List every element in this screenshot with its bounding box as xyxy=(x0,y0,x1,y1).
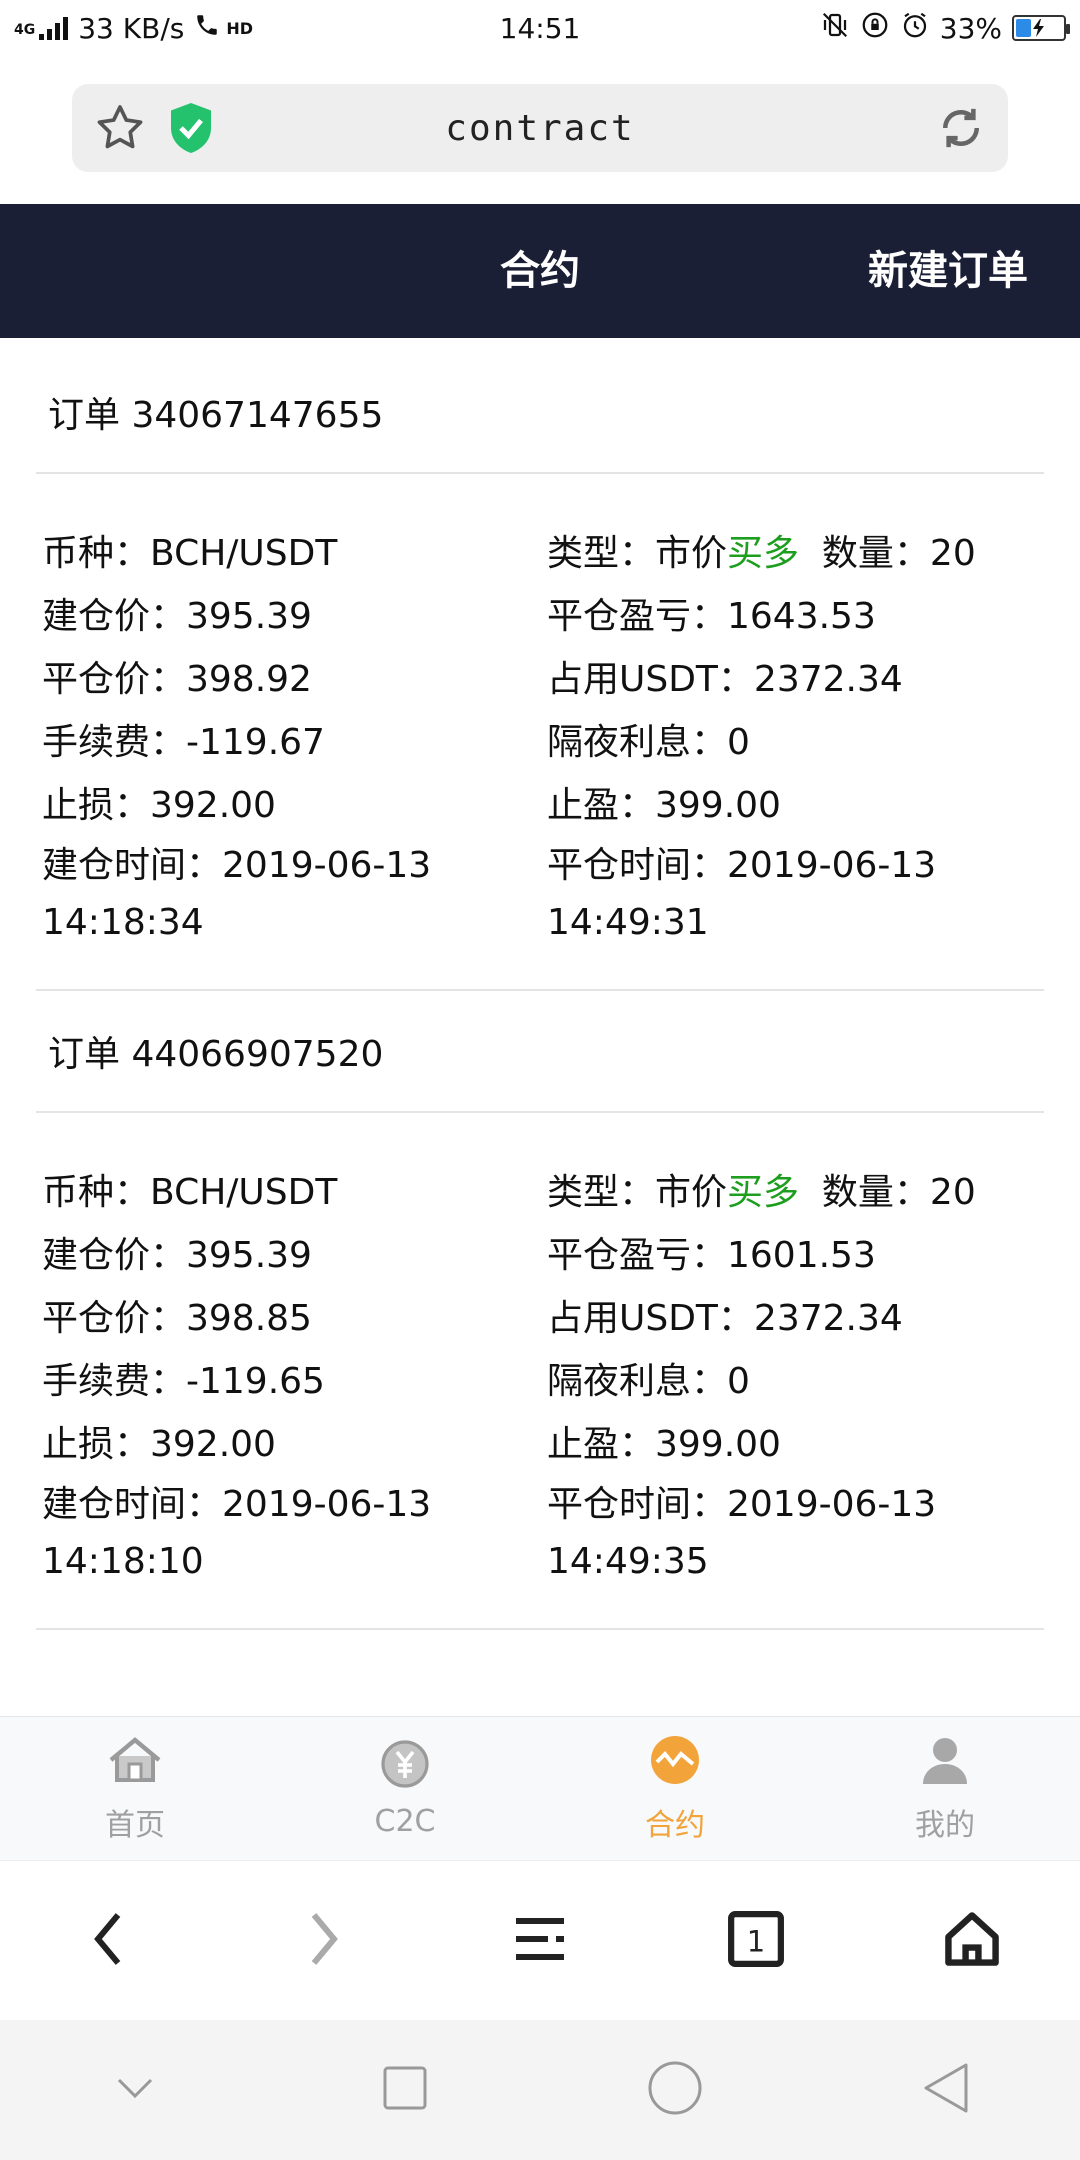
chevron-left-icon xyxy=(88,1909,128,1973)
order-details: 币种：BCH/USDT 类型：市价买多 数量：20 建仓价：395.39 平仓盈… xyxy=(36,1113,1044,1630)
system-home-button[interactable] xyxy=(615,2030,735,2150)
order-card: 订单 34067147655 币种：BCH/USDT 类型：市价买多 数量：20… xyxy=(0,352,1080,991)
status-left: 4G 33 KB/s HD xyxy=(14,12,253,45)
open-price-field: 建仓价：395.39 xyxy=(42,596,312,637)
chevron-down-icon xyxy=(115,2076,155,2104)
tab-contract[interactable]: 合约 xyxy=(540,1717,810,1860)
occupied-usdt-field: 占用USDT：2372.34 xyxy=(547,1298,903,1339)
type-field: 类型：市价买多 数量：20 xyxy=(547,1161,1044,1224)
fee-field: 手续费：-119.67 xyxy=(42,722,325,763)
type-value: 买多 xyxy=(727,1172,800,1213)
tab-label: 我的 xyxy=(915,1807,975,1843)
rotation-lock-icon xyxy=(860,10,890,47)
pnl-field: 平仓盈亏：1601.53 xyxy=(547,1235,876,1276)
battery-percent: 33% xyxy=(939,11,1002,45)
svg-text:1: 1 xyxy=(747,1924,765,1958)
type-label: 类型：市价 xyxy=(547,1172,728,1213)
square-icon xyxy=(382,2065,428,2115)
network-type: 4G xyxy=(14,21,36,38)
fee-field: 手续费：-119.65 xyxy=(42,1361,325,1402)
c2c-icon xyxy=(379,1738,431,1798)
order-title: 订单 44066907520 xyxy=(36,991,1044,1113)
tab-profile[interactable]: 我的 xyxy=(810,1717,1080,1860)
new-order-button[interactable]: 新建订单 xyxy=(868,204,1028,338)
app-tab-bar: 首页 C2C 合约 我的 xyxy=(0,1716,1080,1860)
type-value: 买多 xyxy=(727,533,800,574)
tab-label: 首页 xyxy=(105,1807,165,1843)
tab-label: C2C xyxy=(374,1804,436,1839)
open-time-field: 建仓时间：2019-06-13 14:18:34 xyxy=(42,845,432,943)
back-button[interactable] xyxy=(48,1881,168,2001)
overnight-interest-field: 隔夜利息：0 xyxy=(547,1361,750,1402)
refresh-icon[interactable] xyxy=(934,101,988,155)
overnight-interest-field: 隔夜利息：0 xyxy=(547,722,750,763)
recents-button[interactable] xyxy=(345,2030,465,2150)
star-icon[interactable] xyxy=(92,100,148,156)
type-field: 类型：市价买多 数量：20 xyxy=(547,522,1044,585)
tab-home[interactable]: 首页 xyxy=(0,1717,270,1860)
quantity-field: 数量：20 xyxy=(821,1172,976,1213)
take-profit-field: 止盈：399.00 xyxy=(547,1424,781,1465)
system-nav-bar xyxy=(0,2020,1080,2160)
close-time-field: 平仓时间：2019-06-13 14:49:35 xyxy=(547,1484,937,1582)
close-price-field: 平仓价：398.92 xyxy=(42,659,312,700)
tab-c2c[interactable]: C2C xyxy=(270,1717,540,1860)
vibrate-icon xyxy=(820,10,850,47)
tabs-icon: 1 xyxy=(727,1910,785,1972)
signal-icon xyxy=(39,16,69,40)
quantity-field: 数量：20 xyxy=(821,533,976,574)
home-nav-button[interactable] xyxy=(912,1881,1032,2001)
browser-home-icon xyxy=(942,1909,1002,1973)
system-back-button[interactable] xyxy=(885,2030,1005,2150)
app-screen: 4G 33 KB/s HD 14:51 33% contract 合约 新建订单… xyxy=(0,0,1080,2160)
order-title: 订单 34067147655 xyxy=(36,352,1044,474)
hd-badge: HD xyxy=(226,18,254,38)
network-speed: 33 KB/s xyxy=(78,11,185,45)
open-price-field: 建仓价：395.39 xyxy=(42,1235,312,1276)
type-label: 类型：市价 xyxy=(547,533,728,574)
pnl-field: 平仓盈亏：1643.53 xyxy=(547,596,876,637)
order-details: 币种：BCH/USDT 类型：市价买多 数量：20 建仓价：395.39 平仓盈… xyxy=(36,474,1044,991)
status-right: 33% xyxy=(820,10,1070,47)
take-profit-field: 止盈：399.00 xyxy=(547,785,781,826)
tab-label: 合约 xyxy=(645,1807,705,1843)
contract-icon xyxy=(649,1734,701,1794)
triangle-back-icon xyxy=(920,2061,970,2119)
page-header: 合约 新建订单 xyxy=(0,204,1080,338)
order-card: 订单 44066907520 币种：BCH/USDT 类型：市价买多 数量：20… xyxy=(0,991,1080,1630)
coin-field: 币种：BCH/USDT xyxy=(42,1172,338,1213)
stop-loss-field: 止损：392.00 xyxy=(42,785,276,826)
order-list[interactable]: 订单 34067147655 币种：BCH/USDT 类型：市价买多 数量：20… xyxy=(0,338,1080,1716)
open-time-field: 建仓时间：2019-06-13 14:18:10 xyxy=(42,1484,432,1582)
address-bar[interactable]: contract xyxy=(72,84,1008,172)
browser-toolbar: contract xyxy=(0,56,1080,204)
circle-icon xyxy=(647,2060,703,2120)
tabs-button[interactable]: 1 xyxy=(696,1881,816,2001)
status-bar: 4G 33 KB/s HD 14:51 33% xyxy=(0,0,1080,56)
stop-loss-field: 止损：392.00 xyxy=(42,1424,276,1465)
battery-icon xyxy=(1012,15,1070,41)
coin-field: 币种：BCH/USDT xyxy=(42,533,338,574)
occupied-usdt-field: 占用USDT：2372.34 xyxy=(547,659,903,700)
alarm-icon xyxy=(900,10,930,47)
close-price-field: 平仓价：398.85 xyxy=(42,1298,312,1339)
profile-icon xyxy=(919,1734,971,1794)
home-icon xyxy=(107,1734,163,1794)
hide-keyboard-button[interactable] xyxy=(75,2030,195,2150)
shield-check-icon[interactable] xyxy=(166,100,216,156)
menu-button[interactable] xyxy=(480,1881,600,2001)
close-time-field: 平仓时间：2019-06-13 14:49:31 xyxy=(547,845,937,943)
menu-icon xyxy=(512,1915,568,1967)
chevron-right-icon xyxy=(304,1909,344,1973)
phone-icon xyxy=(194,12,220,45)
forward-button[interactable] xyxy=(264,1881,384,2001)
browser-nav-bar: 1 xyxy=(0,1860,1080,2020)
